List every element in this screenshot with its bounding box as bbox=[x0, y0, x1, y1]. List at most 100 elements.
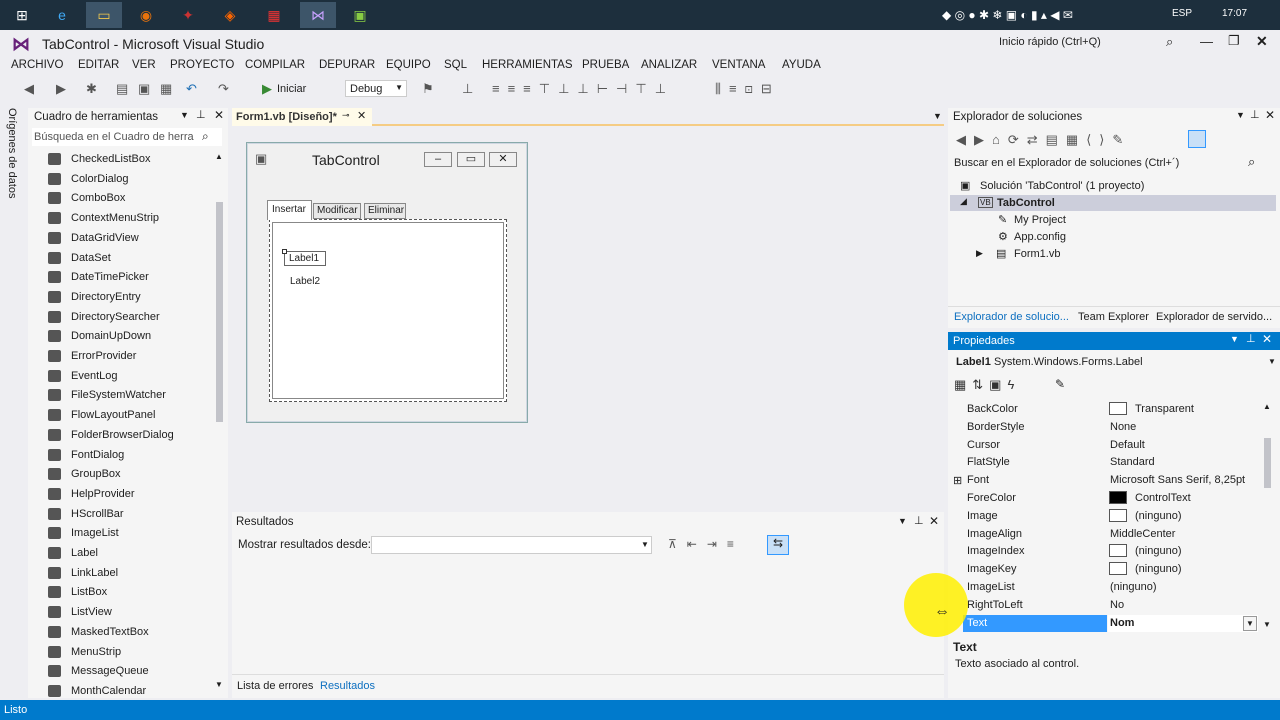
toolbox-item[interactable]: HScrollBar bbox=[48, 507, 124, 520]
property-value[interactable]: (ninguno) bbox=[1135, 510, 1181, 522]
play-icon[interactable]: ▶ bbox=[262, 81, 272, 97]
menu-archivo[interactable]: ARCHIVO bbox=[11, 59, 63, 71]
property-name[interactable]: Font bbox=[967, 474, 989, 486]
media-icon[interactable]: ◈ bbox=[212, 2, 248, 28]
toolbox-item[interactable]: ListBox bbox=[48, 586, 107, 599]
property-name[interactable]: ImageList bbox=[967, 581, 1015, 593]
tab-modificar[interactable]: Modificar bbox=[313, 203, 361, 219]
property-pages-icon[interactable]: ✎ bbox=[1055, 377, 1065, 391]
form1-node[interactable]: Form1.vb bbox=[1014, 248, 1060, 260]
property-name[interactable]: Cursor bbox=[967, 439, 1000, 451]
tab-results[interactable]: Resultados bbox=[320, 680, 375, 692]
close-icon[interactable]: ✕ bbox=[1256, 33, 1268, 50]
language-indicator[interactable]: ESP bbox=[1172, 8, 1192, 19]
undo-icon[interactable]: ↶ bbox=[186, 81, 197, 97]
toolbox-item[interactable]: ImageList bbox=[48, 527, 119, 540]
toolbox-item[interactable]: DomainUpDown bbox=[48, 330, 151, 343]
property-value[interactable]: None bbox=[1110, 421, 1136, 433]
label2[interactable]: Label2 bbox=[290, 276, 320, 287]
property-name[interactable]: ImageAlign bbox=[967, 528, 1022, 540]
toolbox-item[interactable]: ComboBox bbox=[48, 192, 125, 205]
property-value[interactable]: (ninguno) bbox=[1135, 545, 1181, 557]
toolbox-scrollbar[interactable]: ▲ ▼ bbox=[214, 152, 224, 692]
toolbox-item[interactable]: ErrorProvider bbox=[48, 350, 136, 362]
open-icon[interactable]: ▤ bbox=[116, 81, 128, 97]
results-toolbar-icons[interactable]: ⊼⇤⇥≡ bbox=[668, 537, 744, 551]
properties-scrollbar[interactable]: ▲ ▼ bbox=[1262, 402, 1274, 632]
solex-search-input[interactable]: Buscar en el Explorador de soluciones (C… bbox=[948, 154, 1280, 172]
solex-close-icon[interactable]: ✕ bbox=[1265, 108, 1275, 122]
solex-dropdown-icon[interactable]: ▼ bbox=[1236, 110, 1245, 120]
menu-prueba[interactable]: PRUEBA bbox=[582, 59, 629, 71]
toolbox-item[interactable]: ColorDialog bbox=[48, 172, 128, 185]
app2-icon[interactable]: ▣ bbox=[342, 2, 378, 28]
new-project-icon[interactable]: ✱ bbox=[86, 81, 97, 97]
menu-editar[interactable]: EDITAR bbox=[78, 59, 119, 71]
my-project-node[interactable]: My Project bbox=[1014, 214, 1066, 226]
menu-compilar[interactable]: COMPILAR bbox=[245, 59, 305, 71]
property-value[interactable]: (ninguno) bbox=[1110, 581, 1156, 593]
pin-icon[interactable]: ⊸ bbox=[342, 110, 350, 121]
property-name[interactable]: BackColor bbox=[967, 403, 1018, 415]
toolbox-item[interactable]: MenuStrip bbox=[48, 645, 121, 658]
toolbox-item[interactable]: FolderBrowserDialog bbox=[48, 428, 174, 441]
menu-analizar[interactable]: ANALIZAR bbox=[641, 59, 697, 71]
menu-ver[interactable]: VER bbox=[132, 59, 156, 71]
sync-icon[interactable] bbox=[1188, 130, 1206, 148]
property-value[interactable]: Transparent bbox=[1135, 403, 1194, 415]
property-name[interactable]: Image bbox=[967, 510, 998, 522]
tab-close-icon[interactable]: ✕ bbox=[357, 109, 366, 122]
property-value[interactable]: Default bbox=[1110, 439, 1145, 451]
start-button[interactable]: Iniciar bbox=[277, 83, 306, 95]
toolbox-item[interactable]: ContextMenuStrip bbox=[48, 212, 159, 225]
app-icon[interactable]: ✦ bbox=[170, 2, 206, 28]
results-dropdown-icon[interactable]: ▼ bbox=[898, 516, 907, 526]
toolbox-item[interactable]: MessageQueue bbox=[48, 665, 149, 678]
search-icon[interactable]: ⌕ bbox=[1248, 154, 1255, 170]
property-name[interactable]: FlatStyle bbox=[967, 456, 1010, 468]
data-sources-tab[interactable]: Orígenes de datos bbox=[6, 108, 18, 199]
tab-insertar[interactable]: Insertar bbox=[267, 200, 312, 220]
toolbox-item[interactable]: DataSet bbox=[48, 251, 111, 264]
layout-toolbar-icons[interactable]: ≡≡≡⊤⊥⊥⊢⊣⊤⊥ bbox=[492, 81, 674, 97]
tab-eliminar[interactable]: Eliminar bbox=[364, 203, 406, 219]
restore-icon[interactable]: ❐ bbox=[1228, 33, 1240, 49]
firefox-icon[interactable]: ◉ bbox=[128, 2, 164, 28]
quick-launch-input[interactable]: Inicio rápido (Ctrl+Q) bbox=[999, 36, 1101, 48]
toolbox-close-icon[interactable]: ✕ bbox=[214, 108, 224, 122]
configuration-dropdown[interactable]: Debug ▼ bbox=[345, 80, 407, 97]
toolbox-item[interactable]: DirectoryEntry bbox=[48, 290, 141, 303]
windows-start-icon[interactable]: ⊞ bbox=[4, 2, 40, 28]
toolbox-search-input[interactable]: Búsqueda en el Cuadro de herra ⌕ bbox=[32, 128, 222, 146]
document-tab[interactable]: Form1.vb [Diseño]* ⊸ ✕ bbox=[232, 108, 372, 126]
menu-equipo[interactable]: EQUIPO bbox=[386, 59, 431, 71]
visual-studio-taskbar-icon[interactable]: ⋈ bbox=[300, 2, 336, 28]
toolbox-item[interactable]: MonthCalendar bbox=[48, 684, 146, 697]
pin-icon[interactable]: ⊥ bbox=[1246, 332, 1256, 345]
spacing-toolbar-icons[interactable]: ⫼≡⊡⊟ bbox=[715, 81, 780, 97]
pin-icon[interactable]: ⊥ bbox=[914, 514, 924, 527]
data-sources-strip[interactable]: Orígenes de datos bbox=[0, 102, 26, 698]
toolbox-item[interactable]: DirectorySearcher bbox=[48, 310, 160, 323]
search-icon[interactable]: ⌕ bbox=[202, 129, 209, 144]
menu-proyecto[interactable]: PROYECTO bbox=[170, 59, 234, 71]
pin-icon[interactable]: ⊥ bbox=[1250, 108, 1260, 121]
tab-server-explorer[interactable]: Explorador de servido... bbox=[1156, 311, 1272, 323]
property-value[interactable]: Standard bbox=[1110, 456, 1155, 468]
property-value[interactable]: ControlText bbox=[1135, 492, 1191, 504]
properties-dropdown-icon[interactable]: ▼ bbox=[1230, 334, 1239, 344]
property-value[interactable]: Microsoft Sans Serif, 8,25pt bbox=[1110, 474, 1245, 486]
toolbox-item[interactable]: FileSystemWatcher bbox=[48, 389, 166, 402]
tab-team-explorer[interactable]: Team Explorer bbox=[1078, 311, 1149, 323]
project-node[interactable]: ◢ VB TabControl bbox=[950, 195, 1276, 211]
tab-page[interactable] bbox=[272, 222, 504, 399]
solution-node[interactable]: Solución 'TabControl' (1 proyecto) bbox=[980, 180, 1144, 192]
back-icon[interactable]: ◀ bbox=[24, 81, 34, 97]
property-name[interactable]: ImageKey bbox=[967, 563, 1017, 575]
solex-toolbar-icons[interactable]: ◀▶⌂⟳⇄▤▦⟨⟩✎ bbox=[956, 132, 1131, 148]
properties-object-selector[interactable]: Label1 System.Windows.Forms.Label ▼ bbox=[948, 353, 1280, 371]
text-dropdown-icon[interactable]: ▼ bbox=[1243, 615, 1257, 631]
toolbox-item[interactable]: DataGridView bbox=[48, 231, 139, 244]
save-icon[interactable]: ▣ bbox=[138, 81, 150, 97]
toolbox-item[interactable]: CheckedListBox bbox=[48, 153, 151, 165]
